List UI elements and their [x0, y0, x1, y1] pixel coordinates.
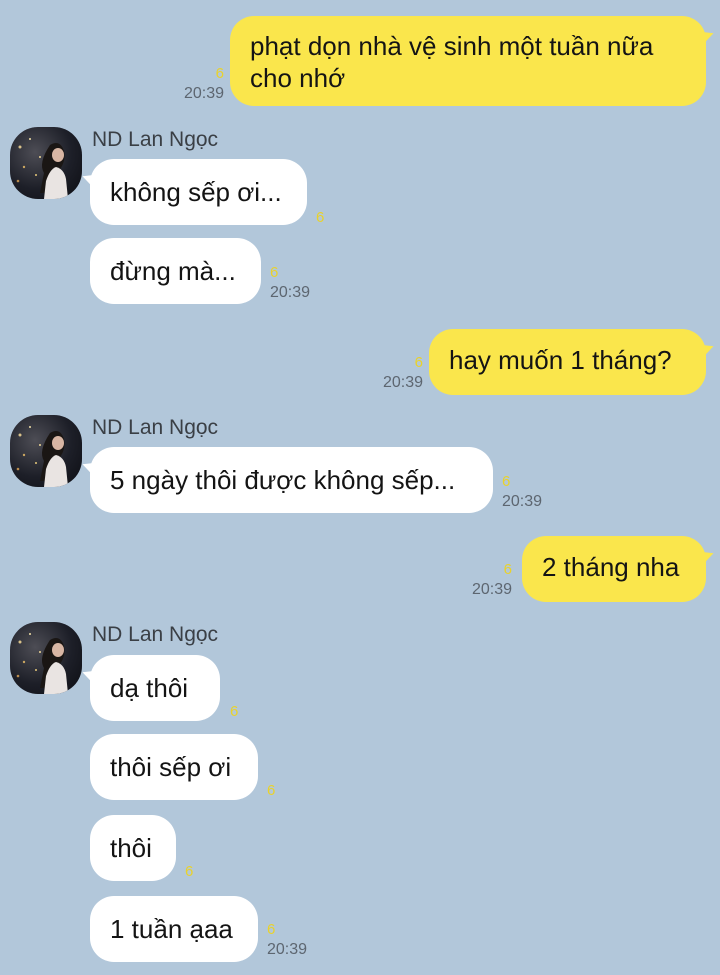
unread-count: 6 [502, 473, 511, 490]
avatar-photo-icon [16, 138, 68, 199]
unread-count: 6 [267, 921, 276, 938]
message-text: 5 ngày thôi được không sếp... [110, 465, 456, 495]
message-meta: 6 [316, 208, 324, 228]
unread-count: 6 [215, 65, 224, 82]
message-timestamp: 20:39 [502, 493, 543, 510]
incoming-message-bubble[interactable]: 5 ngày thôi được không sếp... [90, 447, 493, 513]
message-meta: 6 20:39 [270, 263, 310, 303]
unread-count: 6 [185, 863, 194, 880]
unread-count: 6 [414, 354, 423, 371]
message-text: 2 tháng nha [542, 552, 680, 582]
contact-avatar[interactable] [10, 127, 82, 199]
incoming-message-bubble[interactable]: thôi sếp ơi [90, 734, 258, 800]
incoming-message-bubble[interactable]: 1 tuần ạaa [90, 896, 258, 962]
message-meta: 6 [185, 862, 193, 882]
incoming-message-bubble[interactable]: dạ thôi [90, 655, 220, 721]
message-text: không sếp ơi... [110, 177, 282, 207]
message-meta: 6 20:39 [184, 64, 224, 104]
chat-message-list[interactable]: phạt dọn nhà vệ sinh một tuần nữa cho nh… [0, 0, 720, 975]
message-meta: 6 20:39 [502, 472, 542, 512]
incoming-message-bubble[interactable]: thôi [90, 815, 176, 881]
unread-count: 6 [267, 782, 276, 799]
unread-count: 6 [230, 703, 239, 720]
message-timestamp: 20:39 [382, 374, 423, 391]
contact-name: ND Lan Ngọc [92, 416, 219, 439]
avatar-photo-icon [16, 426, 68, 487]
message-text: 1 tuần ạaa [110, 914, 233, 944]
message-timestamp: 20:39 [471, 581, 512, 598]
contact-avatar[interactable] [10, 415, 82, 487]
contact-name: ND Lan Ngọc [92, 623, 219, 646]
message-text: hay muốn 1 tháng? [449, 345, 672, 375]
avatar-photo-icon [16, 633, 68, 694]
message-meta: 6 20:39 [383, 353, 423, 393]
message-timestamp: 20:39 [267, 941, 308, 958]
message-timestamp: 20:39 [183, 85, 224, 102]
incoming-message-bubble[interactable]: không sếp ơi... [90, 159, 307, 225]
message-meta: 6 20:39 [267, 920, 307, 960]
message-text: cho nhớ [250, 63, 346, 93]
message-text: đừng mà... [110, 256, 236, 286]
outgoing-message-bubble[interactable]: 2 tháng nha [522, 536, 706, 602]
message-text: phạt dọn nhà vệ sinh một tuần nữa [250, 31, 654, 61]
message-meta: 6 [230, 702, 238, 722]
unread-count: 6 [503, 561, 512, 578]
message-text: thôi sếp ơi [110, 752, 232, 782]
message-meta: 6 20:39 [472, 560, 512, 600]
message-text: dạ thôi [110, 673, 189, 703]
unread-count: 6 [316, 209, 325, 226]
outgoing-message-bubble[interactable]: phạt dọn nhà vệ sinh một tuần nữa cho nh… [230, 16, 706, 106]
unread-count: 6 [270, 264, 279, 281]
contact-avatar[interactable] [10, 622, 82, 694]
message-text: thôi [110, 833, 152, 863]
incoming-message-bubble[interactable]: đừng mà... [90, 238, 261, 304]
contact-name: ND Lan Ngọc [92, 128, 219, 151]
message-timestamp: 20:39 [270, 284, 311, 301]
outgoing-message-bubble[interactable]: hay muốn 1 tháng? [429, 329, 706, 395]
message-meta: 6 [267, 781, 275, 801]
